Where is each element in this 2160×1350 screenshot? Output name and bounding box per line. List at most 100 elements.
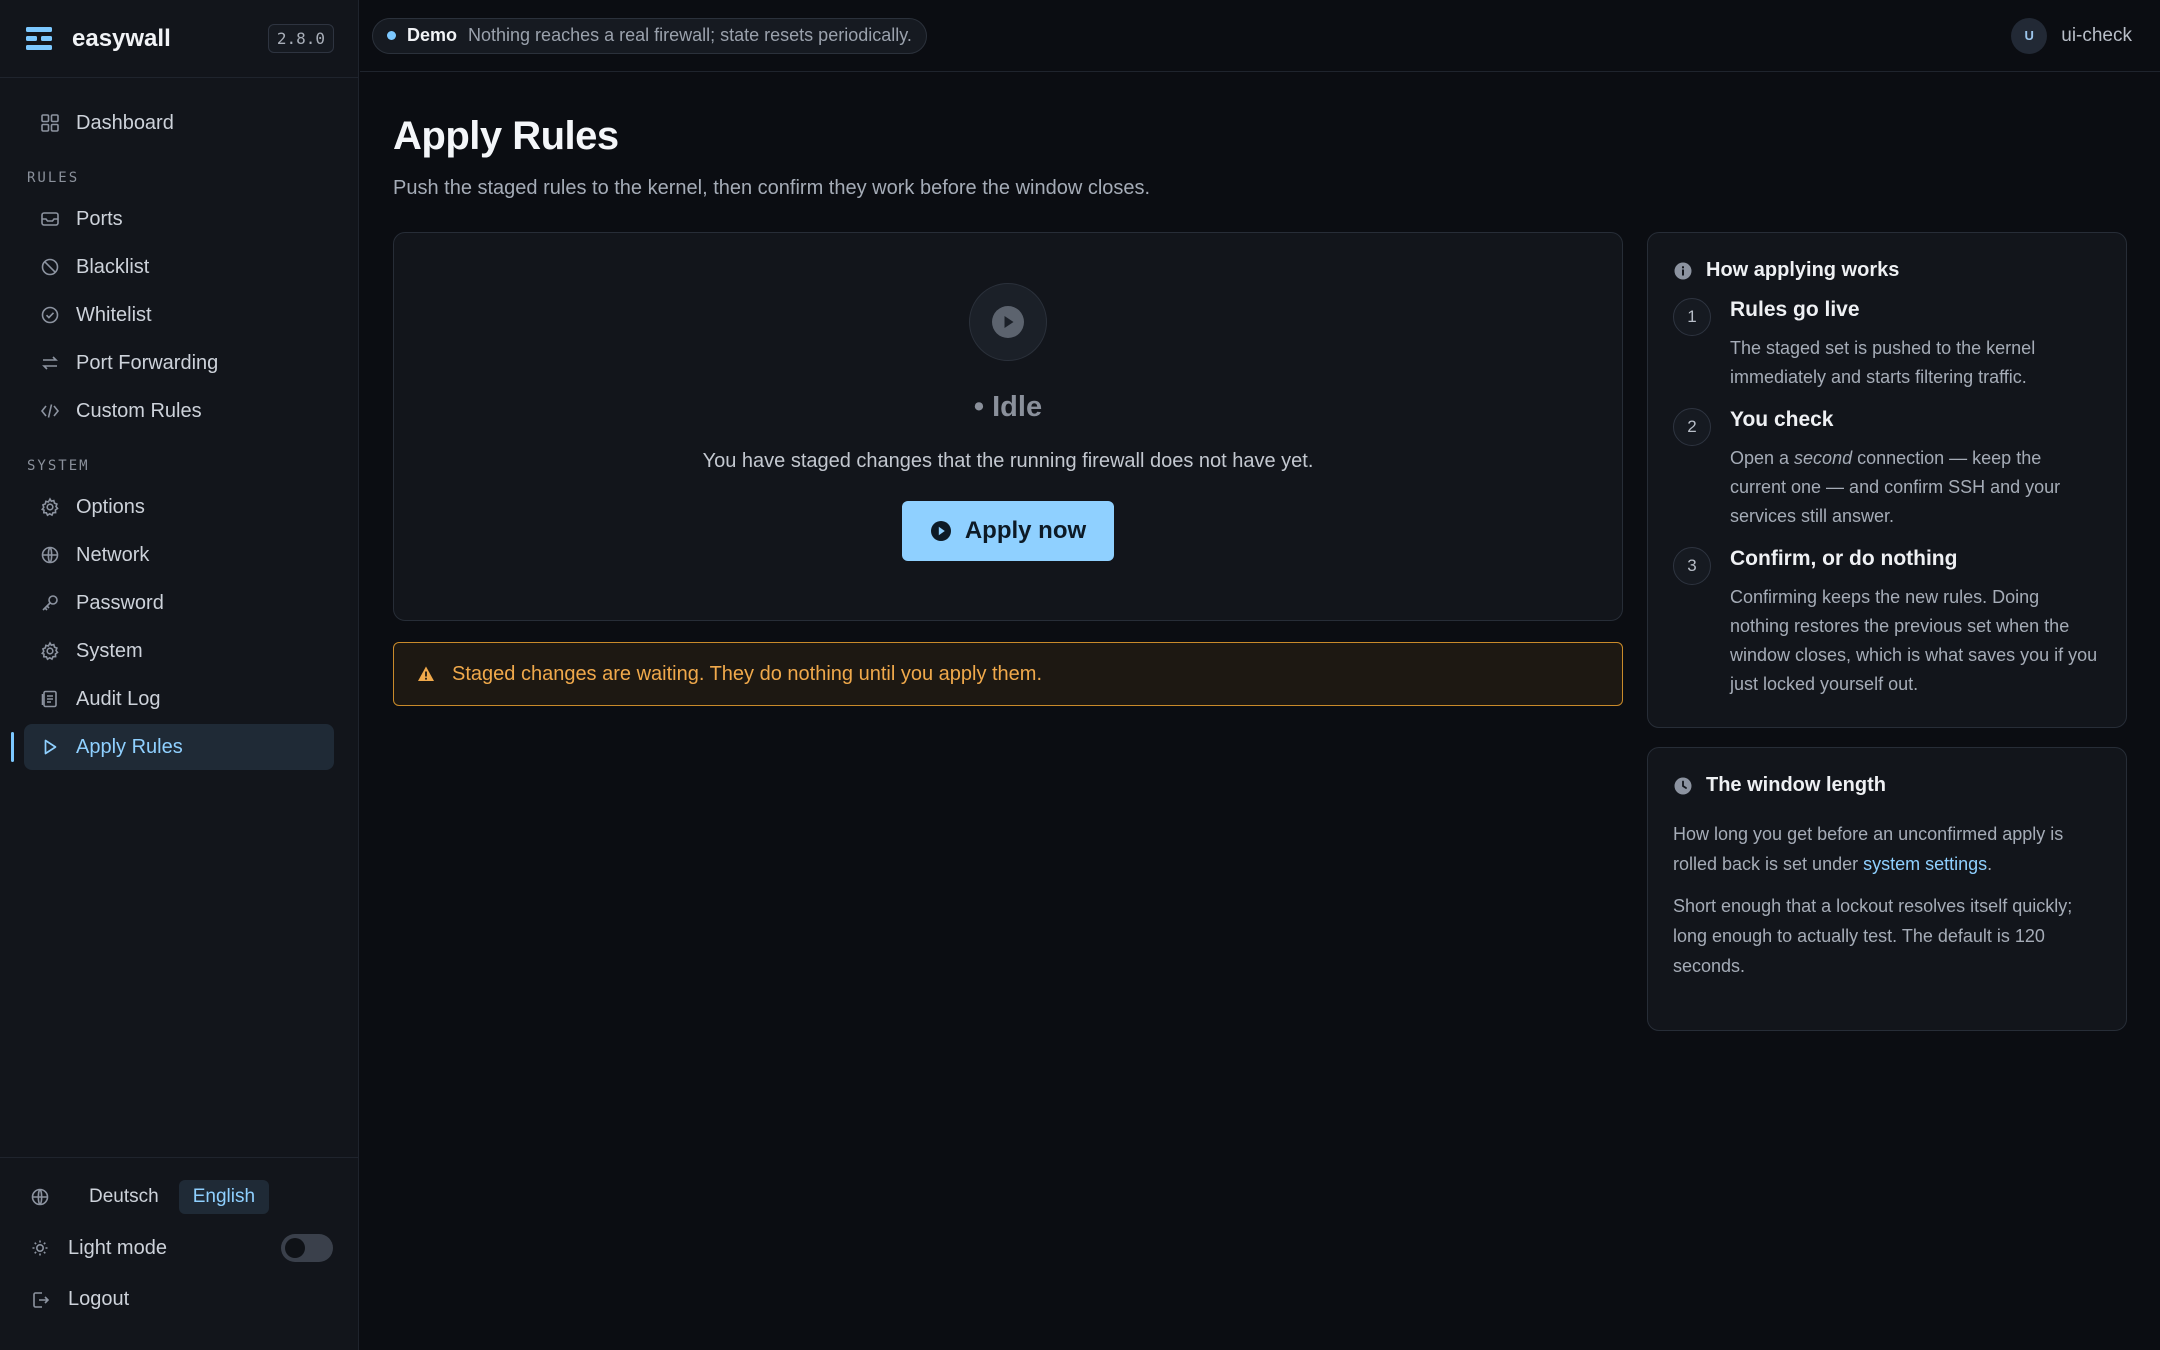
sidebar-item-label: Ports xyxy=(76,207,123,230)
sidebar-nav: Dashboard RULES Ports Blacklist Whitelis… xyxy=(0,78,358,770)
page-title: Apply Rules xyxy=(393,114,619,158)
card-title: How applying works xyxy=(1706,259,1900,281)
window-length-paragraph: How long you get before an unconfirmed a… xyxy=(1673,819,2101,879)
sidebar: easywall 2.8.0 Dashboard RULES Ports Bla… xyxy=(0,0,359,1350)
key-icon xyxy=(42,595,58,611)
step-title: You check xyxy=(1730,408,1834,431)
paragraph-text: . xyxy=(1987,854,1993,874)
step-body: Open a second connection — keep the curr… xyxy=(1730,444,2101,531)
step-2: 2 You check Open a second connection — k… xyxy=(1673,408,2101,531)
sidebar-item-label: Port Forwarding xyxy=(76,351,219,374)
system-settings-link[interactable]: system settings xyxy=(1863,854,1987,874)
sidebar-item-label: Options xyxy=(76,495,145,518)
sidebar-item-label: Password xyxy=(76,591,164,614)
ban-icon xyxy=(41,258,59,276)
sidebar-item-label: Audit Log xyxy=(76,687,161,710)
apply-status: • Idle xyxy=(973,391,1043,423)
card-header: The window length xyxy=(1673,774,2101,797)
light-mode-row: Light mode xyxy=(0,1214,359,1262)
step-1: 1 Rules go live The staged set is pushed… xyxy=(1673,298,2101,392)
logout-icon xyxy=(33,1291,50,1308)
sidebar-item-label: Blacklist xyxy=(76,255,150,278)
apply-status-description: You have staged changes that the running… xyxy=(702,450,1314,472)
language-switcher: Deutsch English xyxy=(0,1158,359,1214)
globe-icon xyxy=(41,546,59,564)
sidebar-item-label: Apply Rules xyxy=(76,735,183,758)
play-circle-icon xyxy=(930,521,951,541)
step-body-emphasis: second xyxy=(1794,448,1853,468)
gear-icon xyxy=(41,497,59,517)
sidebar-item-password[interactable]: Password xyxy=(24,580,334,626)
sidebar-footer: Deutsch English Light mode Logout xyxy=(0,1157,359,1350)
sidebar-item-label: Dashboard xyxy=(76,111,174,134)
check-circle-icon xyxy=(41,306,59,324)
sidebar-item-system[interactable]: System xyxy=(24,628,334,674)
app-name: easywall xyxy=(72,24,171,52)
version-badge: 2.8.0 xyxy=(267,24,334,53)
light-mode-toggle[interactable] xyxy=(281,1234,333,1262)
code-icon xyxy=(40,404,60,418)
step-title: Rules go live xyxy=(1730,298,1860,321)
sidebar-item-dashboard[interactable]: Dashboard xyxy=(24,100,334,146)
window-default-paragraph: Short enough that a lockout resolves its… xyxy=(1673,896,2073,976)
main-content: Apply Rules Push the staged rules to the… xyxy=(393,72,2136,1031)
logout-label: Logout xyxy=(68,1288,130,1310)
clock-icon xyxy=(1674,777,1692,794)
window-length-card: The window length How long you get befor… xyxy=(1647,747,2127,1031)
step-number: 3 xyxy=(1673,547,1711,585)
step-body-text: Open a xyxy=(1730,448,1795,468)
demo-status-dot xyxy=(387,31,396,40)
how-applying-works-card: How applying works 1 Rules go live The s… xyxy=(1647,232,2127,728)
grid-icon xyxy=(41,114,59,132)
sidebar-item-label: System xyxy=(76,639,143,662)
sidebar-item-blacklist[interactable]: Blacklist xyxy=(24,244,334,290)
page-subtitle: Push the staged rules to the kernel, the… xyxy=(393,177,1151,199)
sidebar-item-custom-rules[interactable]: Custom Rules xyxy=(24,388,334,434)
sidebar-item-apply-rules[interactable]: Apply Rules xyxy=(11,724,334,770)
sidebar-item-label: Network xyxy=(76,543,150,566)
apply-now-button[interactable]: Apply now xyxy=(901,501,1115,561)
sidebar-item-network[interactable]: Network xyxy=(24,532,334,578)
top-bar: Demo Nothing reaches a real firewall; st… xyxy=(360,0,2160,72)
user-name: ui-check xyxy=(2061,24,2132,46)
sidebar-item-label: Custom Rules xyxy=(76,399,202,422)
warning-icon xyxy=(418,666,434,681)
language-option-deutsch[interactable]: Deutsch xyxy=(75,1180,173,1214)
step-3: 3 Confirm, or do nothing Confirming keep… xyxy=(1673,547,2101,699)
gear-icon xyxy=(41,641,59,661)
sidebar-item-audit-log[interactable]: Audit Log xyxy=(24,676,334,722)
warning-text: Staged changes are waiting. They do noth… xyxy=(452,662,1043,685)
card-title: The window length xyxy=(1706,774,1886,796)
staged-changes-warning: Staged changes are waiting. They do noth… xyxy=(393,642,1623,706)
step-number: 2 xyxy=(1673,408,1711,446)
apply-status-icon xyxy=(969,283,1047,361)
step-body: The staged set is pushed to the kernel i… xyxy=(1730,338,2036,387)
sidebar-item-label: Whitelist xyxy=(76,303,152,326)
document-list-icon xyxy=(41,690,57,708)
brand: easywall 2.8.0 xyxy=(0,0,358,78)
apply-card: • Idle You have staged changes that the … xyxy=(393,232,1623,621)
section-label-rules: RULES xyxy=(27,170,80,186)
demo-banner: Demo Nothing reaches a real firewall; st… xyxy=(372,17,927,54)
demo-message: Nothing reaches a real firewall; state r… xyxy=(468,25,912,45)
play-outline-icon xyxy=(44,739,57,755)
firewall-logo-icon xyxy=(26,26,52,50)
play-circle-icon xyxy=(992,306,1024,338)
sidebar-item-options[interactable]: Options xyxy=(24,484,334,530)
user-menu[interactable]: U ui-check xyxy=(2011,17,2132,54)
arrows-exchange-icon xyxy=(42,356,58,370)
sidebar-item-ports[interactable]: Ports xyxy=(24,196,334,242)
step-body: Confirming keeps the new rules. Doing no… xyxy=(1730,587,2098,694)
light-mode-label: Light mode xyxy=(68,1236,167,1259)
section-label-system: SYSTEM xyxy=(27,458,90,474)
avatar: U xyxy=(2011,17,2048,54)
sidebar-item-port-forwarding[interactable]: Port Forwarding xyxy=(24,340,334,386)
sidebar-item-whitelist[interactable]: Whitelist xyxy=(24,292,334,338)
globe-icon xyxy=(31,1188,49,1206)
demo-label: Demo xyxy=(407,25,458,45)
info-icon xyxy=(1674,262,1692,279)
step-number: 1 xyxy=(1673,298,1711,336)
language-option-english[interactable]: English xyxy=(178,1180,270,1214)
logout-button[interactable]: Logout xyxy=(0,1262,359,1311)
sun-icon xyxy=(32,1240,48,1256)
